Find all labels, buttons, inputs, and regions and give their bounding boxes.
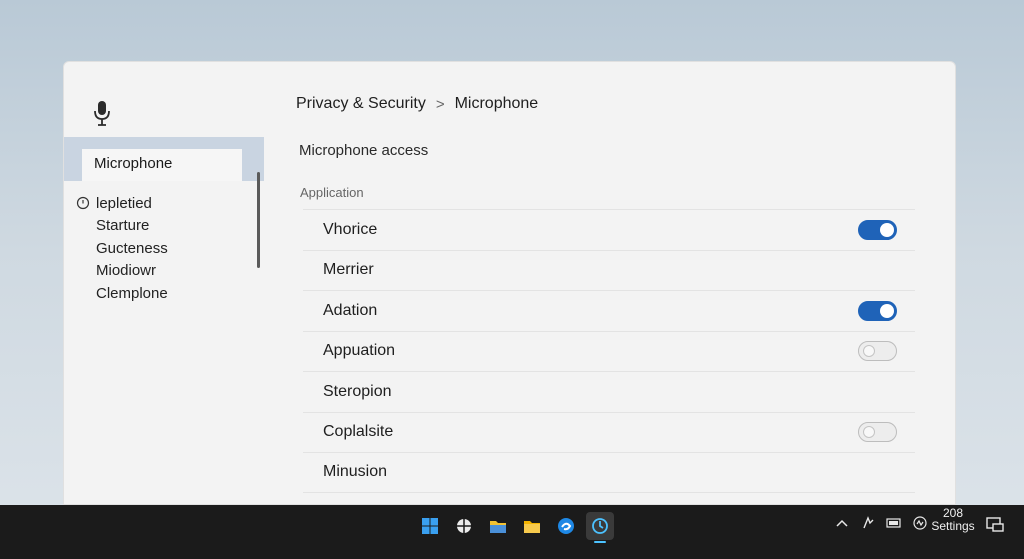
app-name: Minusion <box>323 463 388 481</box>
app-access-toggle[interactable] <box>858 300 897 321</box>
list-item: Appuation <box>303 330 915 372</box>
start-button[interactable] <box>416 512 444 540</box>
app-access-toggle[interactable] <box>858 219 897 240</box>
start-icon <box>422 518 438 534</box>
app-list: Vhorice Merrier Adation Appuation Sterop… <box>303 209 915 493</box>
notification-icon[interactable] <box>986 515 1004 533</box>
tray-overflow-button[interactable] <box>834 515 850 531</box>
app-name: Appuation <box>323 342 396 360</box>
breadcrumb: Privacy & Security > Microphone <box>296 95 538 113</box>
folder-button[interactable] <box>518 512 546 540</box>
file-explorer-button[interactable] <box>484 512 512 540</box>
settings-app-button[interactable] <box>586 512 614 543</box>
chevron-up-icon <box>836 519 848 527</box>
app-name: Vhorice <box>323 220 378 238</box>
taskbar-apps <box>416 512 614 543</box>
network-button[interactable] <box>860 515 876 531</box>
list-item: Steropion <box>303 371 915 412</box>
app-access-toggle[interactable] <box>858 422 897 443</box>
list-item: Adation <box>303 290 915 331</box>
sidebar-item-label: lepletied <box>96 194 152 212</box>
sidebar-scrollbar[interactable] <box>257 172 260 268</box>
widgets-button[interactable] <box>450 512 478 540</box>
battery-button[interactable] <box>886 515 902 531</box>
toggle-knob <box>863 426 875 439</box>
clock-line-2: Settings <box>931 519 975 533</box>
edge-button[interactable] <box>552 512 580 540</box>
list-item: Coplalsite <box>303 411 915 453</box>
section-title: Microphone access <box>299 142 429 159</box>
file-explorer-icon <box>490 521 506 533</box>
sidebar-item-label: Miodiowr <box>96 262 157 280</box>
sidebar-item-label: Gucteness <box>96 239 168 257</box>
sidebar-item-2[interactable]: Gucteness <box>76 237 168 260</box>
list-item: Minusion <box>303 452 915 493</box>
microphone-icon <box>94 101 110 126</box>
app-name: Coplalsite <box>323 423 394 441</box>
edge-icon <box>558 518 574 534</box>
list-item: Vhorice <box>303 209 915 250</box>
sidebar-item-4[interactable]: Clemplone <box>76 282 168 305</box>
column-header: Application <box>300 185 364 200</box>
toggle-knob <box>880 222 894 237</box>
app-access-toggle[interactable] <box>858 341 897 362</box>
system-tray <box>834 515 928 531</box>
sidebar-item-label: Microphone <box>94 155 173 172</box>
battery-icon <box>886 518 901 528</box>
settings-window: Microphone lepletied Starture Gucteness … <box>63 61 956 505</box>
network-icon <box>863 516 874 529</box>
sidebar-item-microphone[interactable]: Microphone <box>82 149 242 181</box>
sidebar-item-label: Clemplone <box>96 284 168 302</box>
settings-app-icon <box>592 518 608 534</box>
widgets-icon <box>457 519 471 533</box>
breadcrumb-microphone: Microphone <box>454 95 539 112</box>
sidebar-item-1[interactable]: Starture <box>76 215 168 238</box>
sidebar-item-0[interactable]: lepletied <box>76 192 168 215</box>
clock-icon <box>76 197 90 210</box>
app-name: Merrier <box>323 261 374 279</box>
taskbar: 208 Settings <box>0 505 1024 559</box>
taskbar-clock[interactable]: 208 Settings <box>925 507 981 533</box>
sidebar-item-3[interactable]: Miodiowr <box>76 260 168 283</box>
toggle-knob <box>880 303 894 318</box>
app-name: Steropion <box>323 382 392 400</box>
sidebar-nav: lepletied Starture Gucteness Miodiowr Cl… <box>76 192 168 305</box>
folder-icon <box>524 521 540 533</box>
app-name: Adation <box>323 301 378 319</box>
chevron-right-icon: > <box>435 95 445 113</box>
list-item: Merrier <box>303 249 915 291</box>
toggle-knob <box>863 345 875 358</box>
sidebar-item-label: Starture <box>96 217 150 235</box>
breadcrumb-privacy-security[interactable]: Privacy & Security <box>296 95 426 113</box>
